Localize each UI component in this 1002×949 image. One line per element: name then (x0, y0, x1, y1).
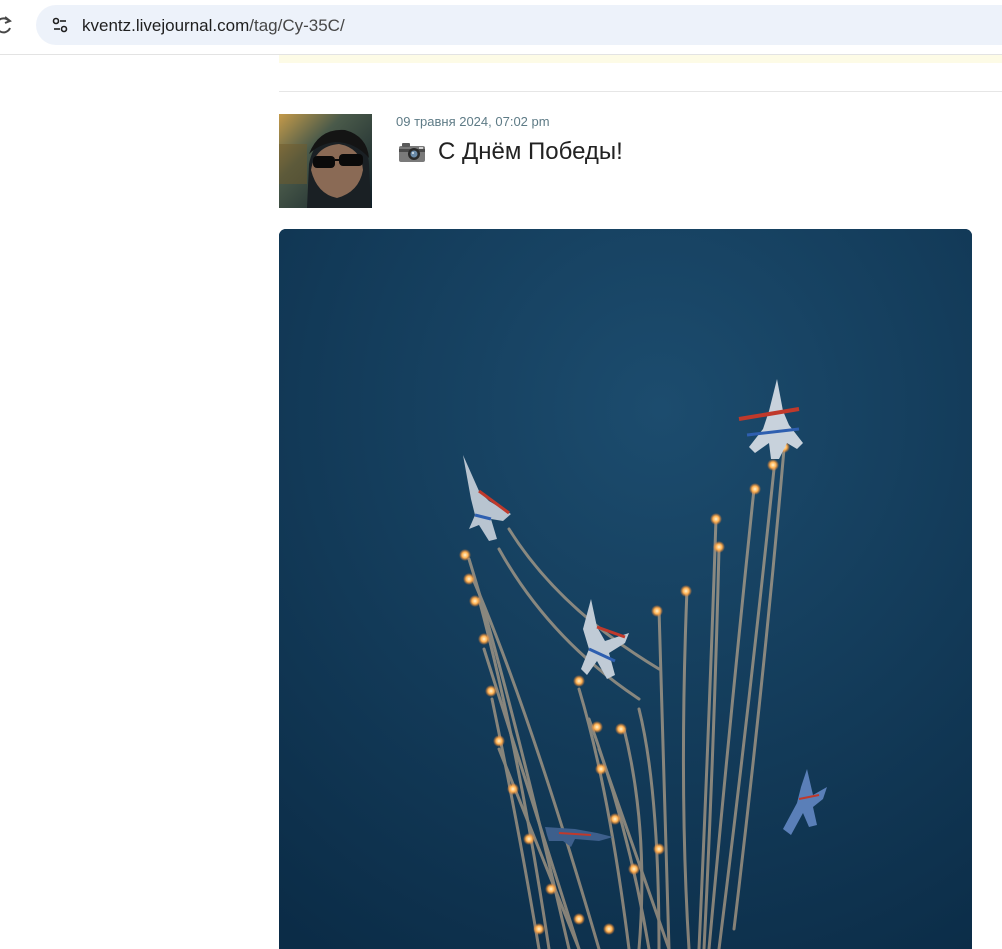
notice-strip (279, 55, 1002, 63)
avatar[interactable] (279, 114, 372, 208)
post-photo[interactable] (279, 229, 972, 949)
divider (279, 91, 1002, 92)
url-host: kventz.livejournal.com (82, 16, 250, 35)
camera-icon (398, 140, 426, 164)
tune-icon[interactable] (46, 11, 74, 39)
url-path: /tag/Су-35С/ (249, 16, 345, 35)
post-title: С Днём Победы! (438, 138, 623, 165)
post-date: 09 травня 2024, 07:02 pm (396, 114, 550, 129)
post-title-link[interactable]: С Днём Победы! (398, 138, 623, 166)
browser-toolbar: kventz.livejournal.com/tag/Су-35С/ (0, 0, 1002, 55)
url-text[interactable]: kventz.livejournal.com/tag/Су-35С/ (82, 16, 345, 36)
reload-icon[interactable] (0, 13, 14, 37)
address-bar[interactable]: kventz.livejournal.com/tag/Су-35С/ (36, 5, 1002, 45)
